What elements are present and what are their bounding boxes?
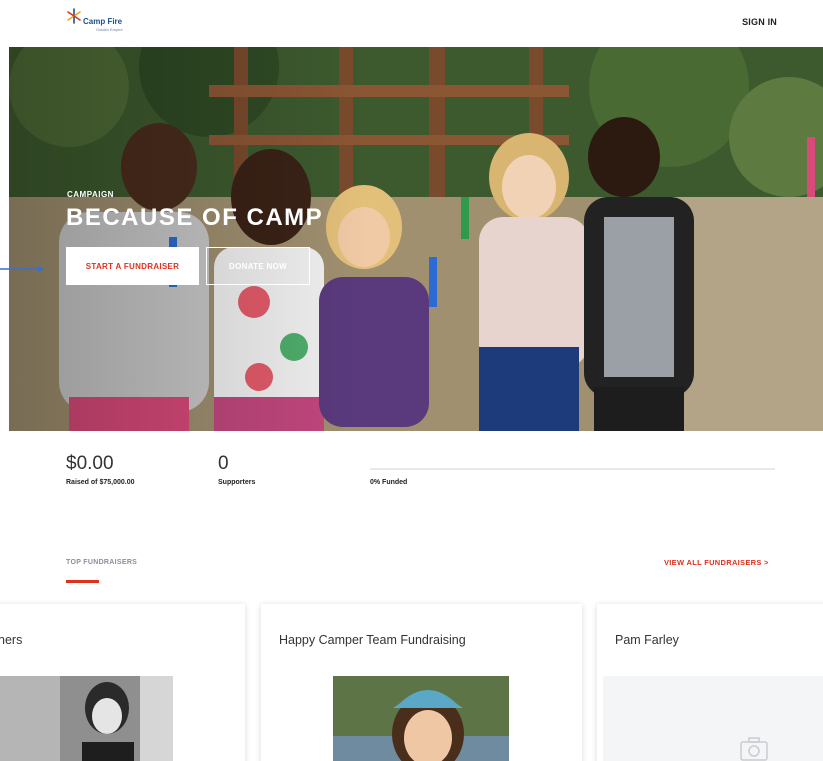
fundraiser-card[interactable]: Happy Camper Team Fundraising (261, 604, 582, 761)
heading-underline (66, 580, 99, 583)
site-header: Camp Fire Golden Empire SIGN IN (0, 0, 823, 46)
campaign-eyebrow: CAMPAIGN (67, 190, 114, 199)
campaign-hero: CAMPAIGN BECAUSE OF CAMP START A FUNDRAI… (9, 47, 823, 431)
fundraiser-card[interactable]: ners (0, 604, 245, 761)
camp-fire-star-icon (67, 8, 81, 24)
fundraiser-card-image (0, 676, 173, 761)
amount-raised-label: Raised of $75,000.00 (66, 479, 135, 486)
sign-in-link[interactable]: SIGN IN (742, 17, 777, 27)
fundraiser-card-image (333, 676, 509, 761)
fundraiser-card-title: Happy Camper Team Fundraising (279, 633, 466, 647)
funded-percent-label: 0% Funded (370, 479, 408, 486)
logo-text: Camp Fire (83, 17, 123, 26)
camp-fire-logo[interactable]: Camp Fire Golden Empire (66, 8, 136, 36)
arrow-right-icon (0, 266, 44, 272)
amount-raised: $0.00 (66, 453, 114, 474)
start-fundraiser-button[interactable]: START A FUNDRAISER (66, 247, 199, 285)
logo-subtext: Golden Empire (96, 27, 123, 32)
campaign-title: BECAUSE OF CAMP (66, 204, 324, 231)
top-fundraisers-heading: TOP FUNDRAISERS (66, 559, 138, 566)
fundraiser-card-image-placeholder (603, 676, 823, 761)
view-all-fundraisers-link[interactable]: VIEW ALL FUNDRAISERS > (664, 558, 769, 567)
hero-overlay (9, 47, 369, 431)
donate-now-button[interactable]: DONATE NOW (206, 247, 310, 285)
supporters-label: Supporters (218, 479, 256, 486)
funding-progress-bar (370, 468, 775, 470)
fundraiser-card-title: ners (0, 633, 23, 647)
supporters-count: 0 (218, 453, 229, 474)
fundraiser-card[interactable]: Pam Farley (597, 604, 823, 761)
fundraiser-card-title: Pam Farley (615, 633, 679, 647)
